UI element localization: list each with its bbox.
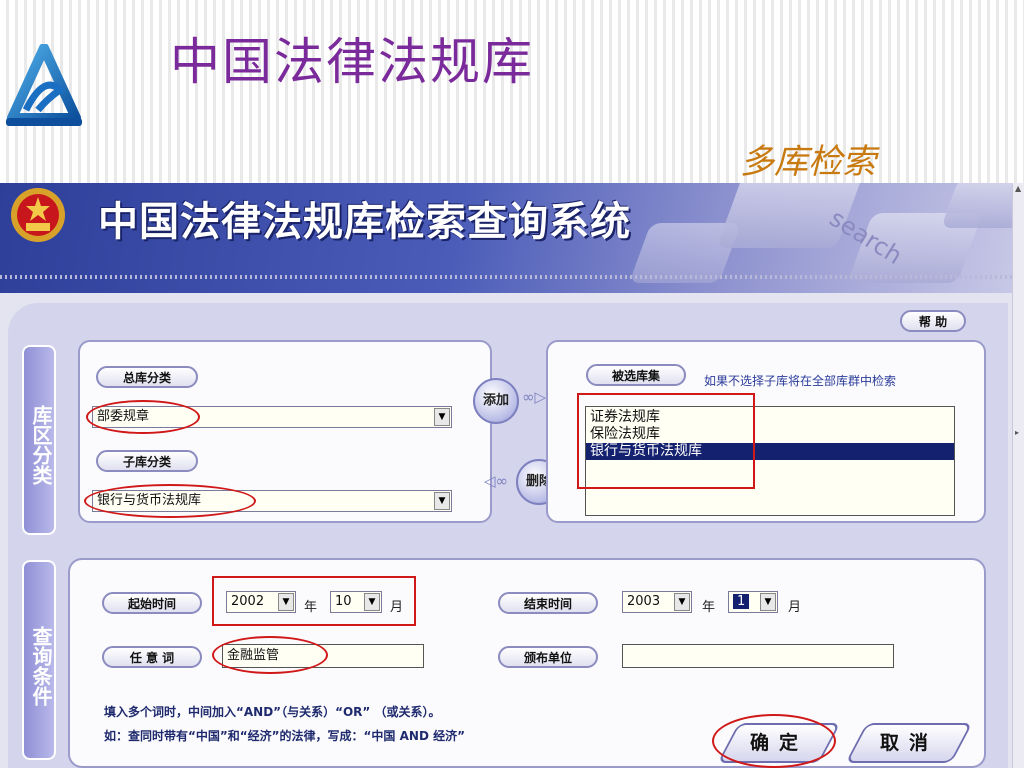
end-month-unit: 月	[788, 600, 802, 615]
selected-libraries-label: 被选库集	[586, 364, 686, 386]
national-emblem-icon	[11, 188, 65, 242]
end-year-unit: 年	[702, 600, 716, 615]
end-time-label: 结束时间	[498, 592, 598, 614]
keyword-label: 任 意 词	[102, 646, 202, 668]
vertical-scrollbar[interactable]: ▲ ▸	[1012, 183, 1024, 768]
app-banner: search 中国法律法规库检索查询系统	[0, 183, 1012, 293]
arrow-right-icon: ∞▷	[522, 388, 547, 406]
start-month-select[interactable]: 10 ▼	[330, 591, 382, 613]
slide-subtitle: 多库检索	[740, 142, 876, 182]
start-year-select[interactable]: 2002 ▼	[226, 591, 296, 613]
main-category-label: 总库分类	[96, 366, 198, 388]
scroll-right-icon[interactable]: ▸	[1015, 429, 1023, 437]
issuer-input[interactable]	[622, 644, 894, 668]
chevron-down-icon[interactable]: ▼	[364, 593, 380, 611]
start-year-unit: 年	[304, 600, 318, 615]
start-month-unit: 月	[390, 600, 404, 615]
arrow-left-icon: ◁∞	[484, 472, 509, 490]
query-conditions-tab: 查询条件	[22, 560, 56, 760]
slide-title: 中国法律法规库	[170, 33, 534, 91]
query-note-2: 如：查同时带有“中国”和“经济”的法律，写成：“中国 AND 经济”	[104, 729, 465, 743]
add-button[interactable]: 添加	[473, 378, 519, 424]
confirm-button[interactable]: 确定	[717, 723, 841, 763]
selected-libraries-list[interactable]: 证券法规库 保险法规库 银行与货币法规库	[585, 406, 955, 516]
sub-category-label: 子库分类	[96, 450, 198, 472]
list-item[interactable]: 证券法规库	[586, 409, 954, 426]
list-item[interactable]: 银行与货币法规库	[586, 443, 954, 460]
keyword-input[interactable]: 金融监管	[222, 644, 424, 668]
app-title: 中国法律法规库检索查询系统	[98, 199, 631, 245]
list-item[interactable]: 保险法规库	[586, 426, 954, 443]
chevron-down-icon[interactable]: ▼	[674, 593, 690, 611]
start-time-label: 起始时间	[102, 592, 202, 614]
chevron-down-icon[interactable]: ▼	[278, 593, 294, 611]
library-category-tab: 库区分类	[22, 345, 56, 535]
chevron-down-icon[interactable]: ▼	[434, 492, 450, 510]
chevron-down-icon[interactable]: ▼	[434, 408, 450, 426]
query-note-1: 填入多个词时，中间加入“AND”（与关系）“OR” （或关系）。	[104, 705, 441, 719]
scroll-up-icon[interactable]: ▲	[1015, 185, 1023, 193]
end-month-select[interactable]: 1 ▼	[728, 591, 778, 613]
end-year-select[interactable]: 2003 ▼	[622, 591, 692, 613]
selected-libraries-hint: 如果不选择子库将在全部库群中检索	[704, 374, 897, 388]
logo-icon	[6, 44, 82, 126]
sub-category-select[interactable]: 银行与货币法规库 ▼	[92, 490, 452, 512]
help-button[interactable]: 帮 助	[900, 310, 966, 332]
cancel-button[interactable]: 取消	[845, 723, 973, 763]
main-category-select[interactable]: 部委规章 ▼	[92, 406, 452, 428]
issuer-label: 颁布单位	[498, 646, 598, 668]
chevron-down-icon[interactable]: ▼	[760, 593, 776, 611]
